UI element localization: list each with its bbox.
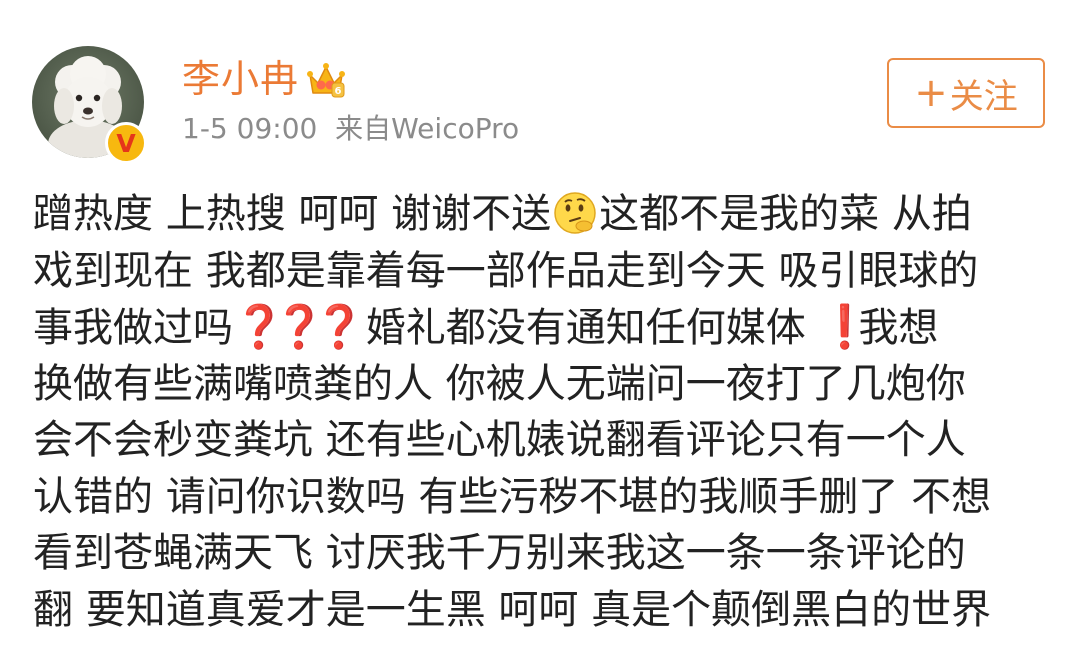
verified-v-icon: V: [105, 122, 147, 164]
post-text: 看到苍蝇满天飞 讨厌我千万别来我这一条一条评论的: [33, 530, 966, 576]
plus-icon: +: [914, 70, 948, 116]
post-body: 蹭热度 上热搜 呵呵 谢谢不送 这都不是我的菜 从拍 戏到现在 我都是靠着每一部…: [33, 186, 1048, 638]
username[interactable]: 李小冉: [182, 57, 299, 101]
follow-button-label: 关注: [949, 76, 1018, 117]
thinking-face-emoji-icon: [554, 192, 596, 234]
question-mark-icon: ❓: [313, 302, 366, 351]
post-line: 换做有些满嘴喷粪的人 你被人无端问一夜打了几炮你: [33, 356, 1048, 413]
post-text: 会不会秒变粪坑 还有些心机婊说翻看评论只有一个人: [33, 417, 966, 463]
post-text: 换做有些满嘴喷粪的人 你被人无端问一夜打了几炮你: [33, 360, 966, 407]
post-line: 会不会秒变粪坑 还有些心机婊说翻看评论只有一个人: [33, 412, 1048, 469]
question-mark-icon: ❓: [273, 302, 326, 351]
post-text: 事我做过吗: [33, 305, 233, 351]
post-line: 蹭热度 上热搜 呵呵 谢谢不送 这都不是我的菜 从拍: [33, 186, 1048, 243]
post-line: 看到苍蝇满天飞 讨厌我千万别来我这一条一条评论的: [33, 525, 1048, 582]
post-time[interactable]: 1-5 09:00: [182, 112, 317, 145]
post-meta: 1-5 09:00 来自WeicoPro: [182, 112, 519, 146]
post-text: 我想: [858, 305, 939, 351]
post-line: 翻 要知道真爱才是一生黑 呵呵 真是个颠倒黑白的世界: [33, 582, 1048, 639]
question-mark-icon: ❓: [233, 302, 286, 351]
crown-badge-icon[interactable]: 6: [306, 61, 346, 99]
post-text: 蹭热度 上热搜 呵呵 谢谢不送: [33, 191, 552, 237]
post-line: 戏到现在 我都是靠着每一部作品走到今天 吸引眼球的: [33, 243, 1048, 300]
post-text: 认错的 请问你识数吗 有些污秽不堪的我顺手删了 不想: [33, 473, 992, 520]
post-text: 这都不是我的菜 从拍: [599, 191, 972, 237]
exclamation-mark-icon: ❗: [818, 302, 871, 351]
post-text: 戏到现在 我都是靠着每一部作品走到今天 吸引眼球的: [33, 247, 979, 294]
post-text: 婚礼都没有通知任何媒体: [365, 305, 806, 351]
follow-button[interactable]: + 关注: [887, 58, 1045, 128]
post-source[interactable]: 来自WeicoPro: [335, 112, 519, 145]
svg-text:6: 6: [335, 86, 342, 97]
post-text: 翻 要知道真爱才是一生黑 呵呵 真是个颠倒黑白的世界: [33, 586, 992, 633]
post-line: 认错的 请问你识数吗 有些污秽不堪的我顺手删了 不想: [33, 469, 1048, 526]
post-line: 事我做过吗❓❓❓ 婚礼都没有通知任何媒体 ❗我想: [33, 299, 1048, 356]
